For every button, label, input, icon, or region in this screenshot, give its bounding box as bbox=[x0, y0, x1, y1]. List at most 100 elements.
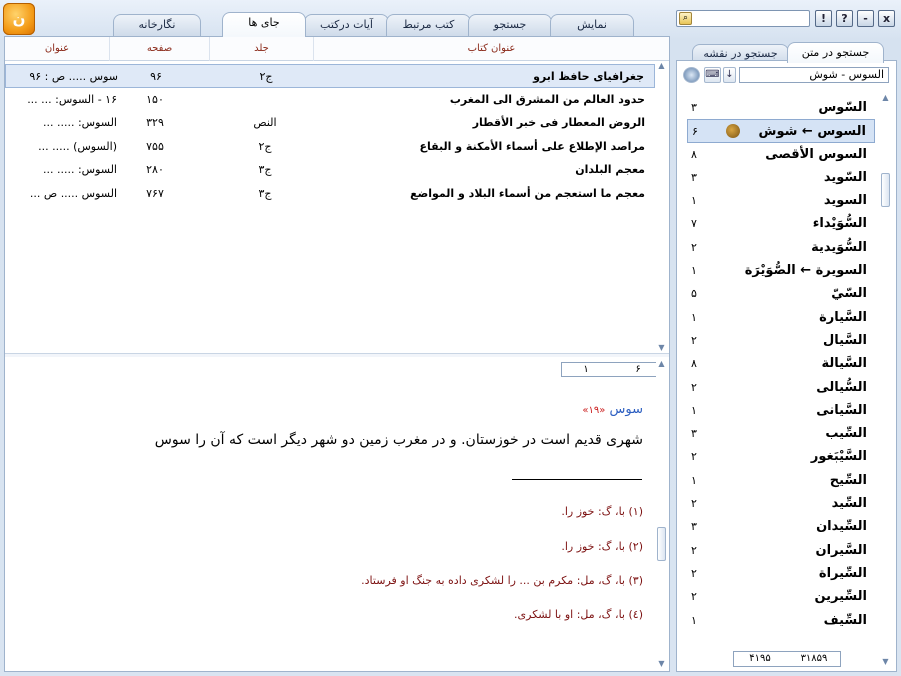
table-row[interactable]: معجم ما استعجم من أسماء البلاد و المواضع… bbox=[5, 182, 655, 206]
word-label: السَّیارة bbox=[819, 309, 867, 325]
word-label: السّوید bbox=[823, 169, 867, 185]
table-row[interactable]: الروض المعطار فی خبر الأقطار النص ۳۲۹ ال… bbox=[5, 111, 655, 135]
footnote: (۳) با، گ، مل: مکرم بن ... را لشکری داده… bbox=[361, 574, 643, 587]
article-scrollbar[interactable]: ▲ ▼ bbox=[656, 359, 667, 669]
list-item[interactable]: السَّیالة ۸ bbox=[687, 352, 875, 375]
word-search-panel: ⌨ ↓ السوس - شوش السّوس ۳ السوس ← شوش ۶ الس… bbox=[676, 60, 897, 672]
page-indicator[interactable]: ۱ ۶ bbox=[561, 362, 661, 377]
keyboard-icon[interactable]: ⌨ bbox=[704, 67, 721, 83]
scroll-down-icon[interactable]: ▼ bbox=[656, 659, 667, 669]
tab-related-books[interactable]: کتب مرتبط bbox=[386, 14, 471, 36]
list-item[interactable]: السِّیرین ۲ bbox=[687, 585, 875, 608]
list-item[interactable]: السَّیارة ۱ bbox=[687, 306, 875, 329]
word-count: ۳ bbox=[691, 170, 697, 184]
results-table: جغرافیای حافظ ابرو ج۲ ۹۶ سوس ..... ص : ۹… bbox=[5, 64, 655, 205]
column-volume[interactable]: جلد bbox=[209, 37, 313, 61]
search-icon[interactable]: ⌕ bbox=[679, 12, 692, 25]
row-page: ۹۶ bbox=[150, 70, 162, 83]
list-item[interactable]: السِّیح ۱ bbox=[687, 469, 875, 492]
article-title: سوس bbox=[609, 402, 643, 417]
table-row[interactable]: حدود العالم من المشرق الی المغرب ۱۵۰ ۱۶ … bbox=[5, 88, 655, 112]
word-count: ۳ bbox=[691, 520, 697, 534]
close-button[interactable]: x bbox=[878, 10, 895, 27]
info-button[interactable]: ! bbox=[815, 10, 832, 27]
row-volume: ج۳ bbox=[258, 186, 272, 200]
row-page: ۱۵۰ bbox=[146, 92, 164, 106]
list-item[interactable]: السُّیالی ۲ bbox=[687, 376, 875, 399]
tab-display[interactable]: نمایش bbox=[550, 14, 634, 36]
tab-gallery[interactable]: نگارخانه bbox=[113, 14, 201, 36]
top-search-input[interactable]: ⌕ bbox=[676, 10, 810, 27]
help-button[interactable]: ? bbox=[836, 10, 853, 27]
word-count: ۲ bbox=[691, 566, 697, 580]
panel-splitter[interactable] bbox=[5, 353, 669, 357]
right-tabs: جستجو در متن جستجو در نقشه bbox=[676, 40, 897, 63]
word-search-input[interactable]: السوس - شوش bbox=[739, 67, 889, 83]
word-count: ۲ bbox=[691, 450, 697, 464]
list-item[interactable]: السِّید ۲ bbox=[687, 492, 875, 515]
tab-places[interactable]: جای ها bbox=[222, 12, 306, 37]
map-icon[interactable] bbox=[726, 124, 740, 139]
list-item[interactable]: السوس الأقصی ۸ bbox=[687, 143, 875, 166]
list-item[interactable]: السُّوَیدیة ۲ bbox=[687, 236, 875, 259]
word-label: السِّیراة bbox=[818, 565, 867, 581]
download-icon[interactable]: ↓ bbox=[723, 67, 736, 83]
table-header: عنوان صفحه جلد عنوان کتاب bbox=[5, 37, 669, 61]
list-item[interactable]: السَّیانی ۱ bbox=[687, 399, 875, 422]
tab-verses-in-books[interactable]: آیات درکتب bbox=[304, 14, 389, 36]
scroll-thumb[interactable] bbox=[657, 527, 666, 561]
word-count: ۱ bbox=[691, 473, 697, 487]
scroll-up-icon[interactable]: ▲ bbox=[656, 61, 667, 71]
list-item[interactable]: السِّیف ۱ bbox=[687, 609, 875, 632]
row-volume: ج۲ bbox=[258, 139, 272, 153]
list-item[interactable]: السّوس ۳ bbox=[687, 96, 875, 119]
column-page[interactable]: صفحه bbox=[109, 37, 209, 61]
list-item[interactable]: السِّیب ۳ bbox=[687, 422, 875, 445]
scroll-up-icon[interactable]: ▲ bbox=[880, 93, 891, 103]
word-count: ۳ bbox=[691, 101, 697, 114]
scroll-down-icon[interactable]: ▼ bbox=[880, 657, 891, 667]
list-item[interactable]: السِّیدان ۳ bbox=[687, 515, 875, 538]
word-count: ۸ bbox=[691, 147, 697, 161]
table-row[interactable]: مراصد الإطلاع علی أسماء الأمكنة و البقاع… bbox=[5, 135, 655, 159]
results-scrollbar[interactable]: ▲ ▼ bbox=[656, 61, 667, 353]
word-label: السَّیْبَغور bbox=[810, 449, 867, 465]
list-item[interactable]: السَّیال ۲ bbox=[687, 329, 875, 352]
list-item[interactable]: السّيّ ۵ bbox=[687, 282, 875, 305]
list-item[interactable]: السوید ۱ bbox=[687, 189, 875, 212]
results-panel: عنوان صفحه جلد عنوان کتاب جغرافیای حافظ … bbox=[4, 36, 670, 672]
word-label: السوس الأقصی bbox=[765, 146, 867, 162]
list-item[interactable]: السَّیران ۲ bbox=[687, 539, 875, 562]
list-item[interactable]: السوس ← شوش ۶ bbox=[687, 119, 875, 143]
scroll-down-icon[interactable]: ▼ bbox=[656, 343, 667, 353]
app-window: ن نگارخانه جای ها آیات درکتب کتب مرتبط ج… bbox=[0, 0, 901, 676]
scroll-up-icon[interactable]: ▲ bbox=[656, 359, 667, 369]
list-item[interactable]: السُّوَیْداء ۷ bbox=[687, 212, 875, 235]
row-volume: النص bbox=[253, 116, 277, 129]
table-row[interactable]: معجم البلدان ج۳ ۲۸۰ السوس: ..... ... bbox=[5, 158, 655, 182]
word-count: ۱ bbox=[691, 613, 697, 627]
word-count: ۳ bbox=[691, 427, 697, 441]
list-item[interactable]: السِّیراة ۲ bbox=[687, 562, 875, 585]
list-item[interactable]: السَّیْبَغور ۲ bbox=[687, 445, 875, 468]
word-label: السَّیالة bbox=[821, 356, 867, 372]
tab-search[interactable]: جستجو bbox=[468, 14, 552, 36]
row-heading: السوس ..... ص ... bbox=[29, 186, 117, 200]
footnote: (٤) با، گ، مل: او با لشکری. bbox=[514, 608, 643, 621]
minimize-button[interactable]: - bbox=[857, 10, 874, 27]
list-item[interactable]: السویرة ← الصُّوَیْرَة ۱ bbox=[687, 259, 875, 282]
word-count: ۱ bbox=[691, 264, 697, 278]
column-heading[interactable]: عنوان bbox=[5, 37, 109, 61]
word-count: ۱ bbox=[691, 403, 697, 417]
word-list-scrollbar[interactable]: ▲ ▼ bbox=[880, 93, 891, 667]
word-label: السَّیران bbox=[815, 542, 867, 558]
column-book-title[interactable]: عنوان کتاب bbox=[313, 37, 669, 61]
row-heading: (السوس) ..... ... bbox=[38, 139, 117, 153]
footnote: (۱) با، گ: خوز را. bbox=[561, 505, 643, 518]
list-item[interactable]: السّوید ۳ bbox=[687, 166, 875, 189]
tab-text-search[interactable]: جستجو در متن bbox=[787, 42, 884, 63]
word-count: ۶ bbox=[692, 125, 698, 139]
scroll-thumb[interactable] bbox=[881, 173, 890, 207]
globe-icon[interactable] bbox=[683, 67, 700, 83]
table-row[interactable]: جغرافیای حافظ ابرو ج۲ ۹۶ سوس ..... ص : ۹… bbox=[5, 64, 655, 88]
